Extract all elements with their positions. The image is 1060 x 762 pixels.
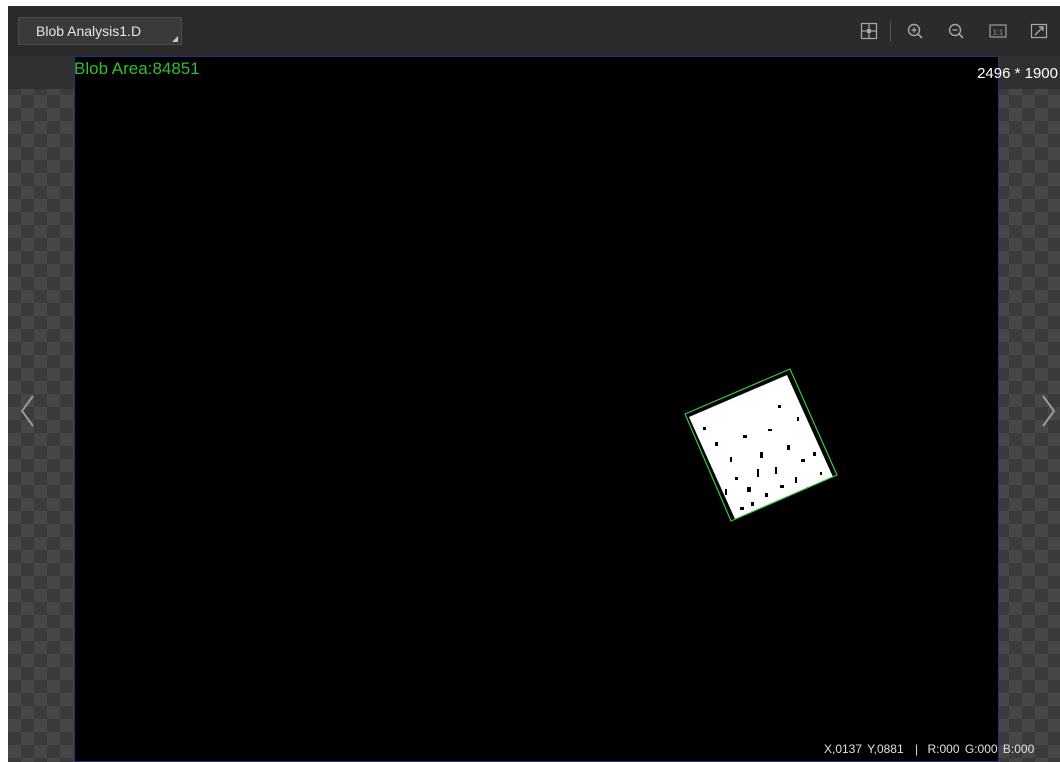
zoom-out-icon[interactable] bbox=[947, 22, 965, 40]
blob-result-overlay bbox=[684, 368, 838, 522]
image-size-label: 2496 * 1900 bbox=[977, 65, 1058, 82]
dropdown-caret-icon bbox=[172, 36, 178, 42]
binary-image-display[interactable] bbox=[74, 56, 999, 762]
actual-size-icon[interactable]: 1:1 bbox=[989, 22, 1007, 40]
zoom-in-icon[interactable] bbox=[906, 22, 924, 40]
toolbar-separator bbox=[890, 21, 891, 41]
cursor-y-value: Y,0881 bbox=[867, 742, 904, 756]
viewer-toolbar: Blob Analysis1.D 1:1 bbox=[8, 6, 1060, 56]
blob-area-label: Blob Area:84851 bbox=[74, 59, 200, 78]
svg-text:1:1: 1:1 bbox=[993, 27, 1003, 36]
next-image-chevron-right-icon[interactable] bbox=[1038, 393, 1058, 429]
image-source-dropdown[interactable]: Blob Analysis1.D bbox=[18, 17, 182, 45]
pixel-r-value: R:000 bbox=[927, 742, 960, 756]
cursor-x-value: X,0137 bbox=[824, 742, 863, 756]
pixel-b-value: B:000 bbox=[1002, 742, 1035, 756]
fit-window-icon[interactable] bbox=[1030, 22, 1048, 40]
pixel-info-status: X,0137 Y,0881 | R:000 G:000 B:000 bbox=[824, 742, 1060, 756]
image-canvas[interactable]: Blob Area:84851 2496 * 1900 X,0137 Y,088… bbox=[8, 56, 1060, 762]
detected-blob bbox=[689, 375, 833, 519]
previous-image-chevron-left-icon[interactable] bbox=[18, 393, 38, 429]
grid-icon[interactable] bbox=[860, 22, 878, 40]
image-source-label: Blob Analysis1.D bbox=[36, 23, 142, 39]
pixel-g-value: G:000 bbox=[964, 742, 998, 756]
image-viewer-window: Blob Analysis1.D 1:1 Blob Area:84851 249… bbox=[8, 6, 1060, 762]
status-divider: | bbox=[915, 742, 919, 756]
